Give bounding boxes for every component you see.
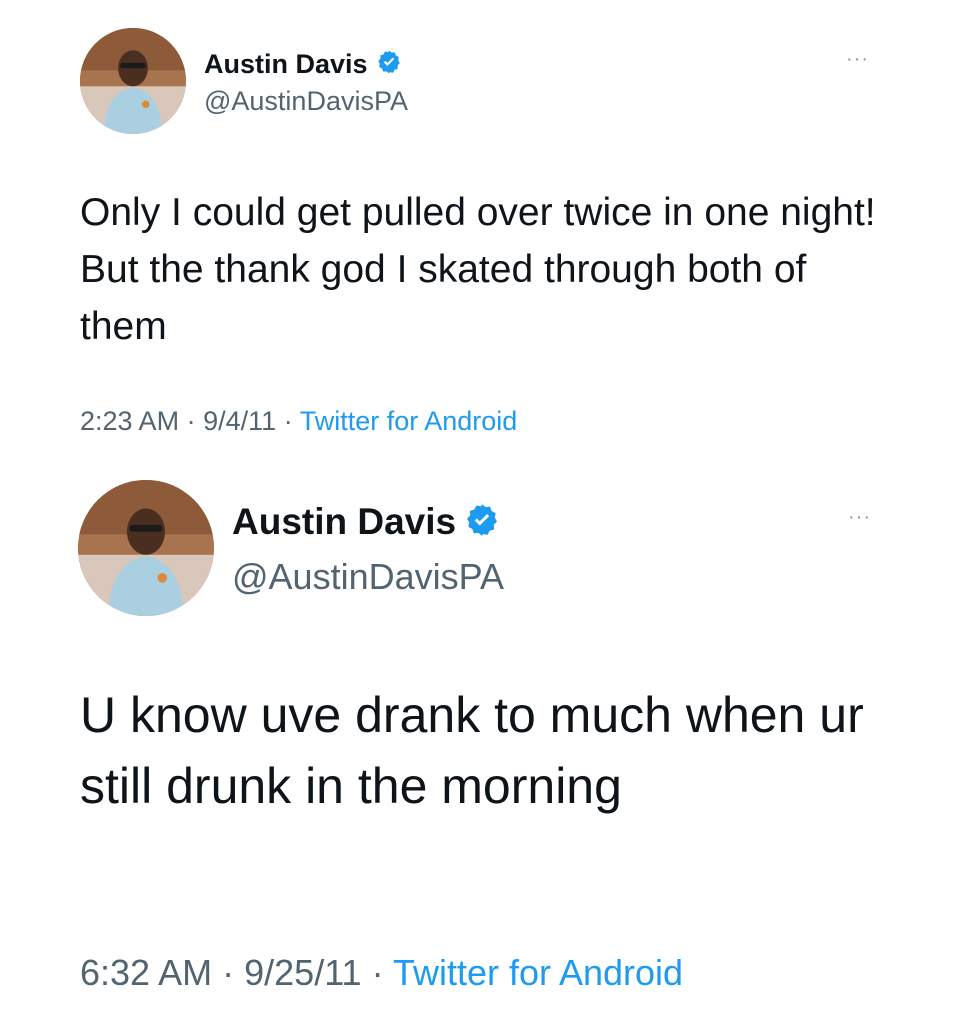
meta-separator: ·	[222, 952, 235, 993]
tweet-time[interactable]: 2:23 AM	[80, 406, 179, 436]
author-avatar[interactable]	[80, 28, 186, 134]
verified-badge-icon	[464, 502, 500, 543]
tweet-meta: 6:32 AM · 9/25/11 · Twitter for Android	[80, 952, 683, 994]
tweet-1[interactable]: Austin Davis @AustinDavisPA ··· Only I c…	[0, 0, 965, 470]
profile-photo	[80, 28, 186, 134]
author-handle[interactable]: @AustinDavisPA	[232, 556, 504, 598]
tweet-source-link[interactable]: Twitter for Android	[393, 952, 683, 993]
meta-separator: ·	[283, 406, 293, 436]
author-name-row[interactable]: Austin Davis	[204, 44, 402, 84]
author-name[interactable]: Austin Davis	[204, 49, 368, 80]
author-name-row[interactable]: Austin Davis	[232, 498, 500, 546]
tweet-text: Only I could get pulled over twice in on…	[80, 191, 876, 348]
meta-separator: ·	[371, 952, 384, 993]
tweet-meta: 2:23 AM · 9/4/11 · Twitter for Android	[80, 406, 517, 437]
tweet-text: U know uve drank to much when ur still d…	[80, 687, 864, 814]
verified-badge-icon	[376, 49, 402, 80]
tweet-date[interactable]: 9/4/11	[203, 406, 276, 436]
more-options-icon[interactable]: ···	[846, 48, 869, 71]
tweet-2[interactable]: Austin Davis @AustinDavisPA ··· U know u…	[0, 470, 965, 1024]
meta-separator: ·	[186, 406, 196, 436]
profile-photo	[78, 480, 214, 616]
author-avatar[interactable]	[78, 480, 214, 616]
more-options-icon[interactable]: ···	[848, 506, 871, 529]
tweet-time[interactable]: 6:32 AM	[80, 952, 212, 993]
tweet-date[interactable]: 9/25/11	[244, 952, 361, 993]
tweet-source-link[interactable]: Twitter for Android	[300, 406, 518, 436]
author-handle[interactable]: @AustinDavisPA	[204, 86, 408, 117]
author-name[interactable]: Austin Davis	[232, 501, 456, 543]
